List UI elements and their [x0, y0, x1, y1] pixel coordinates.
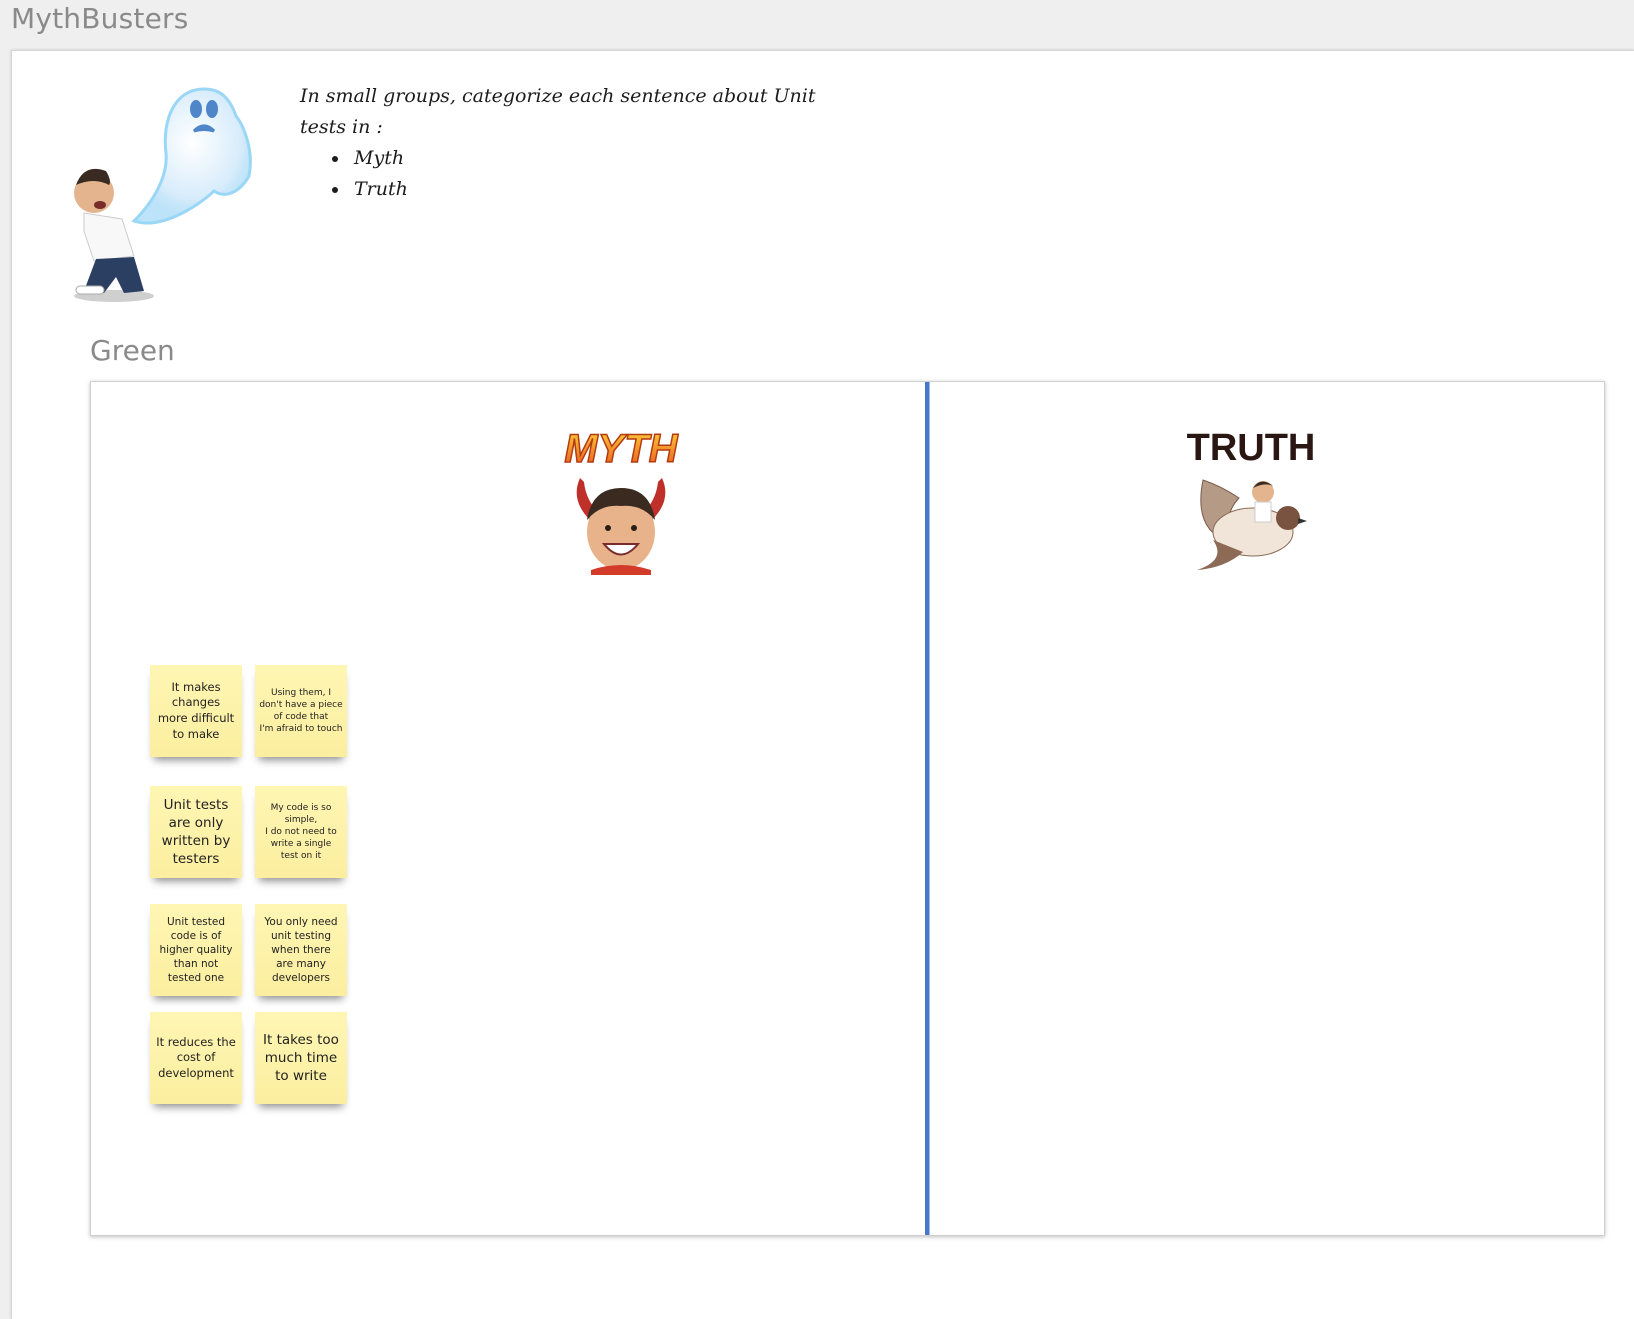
sticky-note-text: My code is so simple, I do not need to w… [265, 802, 337, 862]
whiteboard-canvas[interactable]: In small groups, categorize each sentenc… [11, 50, 1634, 1319]
sticky-note[interactable]: My code is so simple, I do not need to w… [255, 786, 347, 878]
truth-heading: TRUTH [1187, 427, 1316, 469]
sticky-note-text: You only need unit testing when there ar… [264, 915, 338, 985]
sticky-note-text: Unit tests are only written by testers [161, 796, 231, 868]
myth-heading: MYTH [564, 427, 678, 471]
myth-devil-avatar: MYTH [564, 426, 680, 575]
sticky-note-text: It reduces the cost of development [156, 1034, 236, 1080]
category-item-myth: Myth [350, 143, 820, 174]
sticky-note[interactable]: Unit tested code is of higher quality th… [150, 904, 242, 996]
page-title: MythBusters [11, 2, 189, 35]
sticky-note[interactable]: It makes changes more difficult to make [150, 665, 242, 757]
truth-bird-avatar: TRUTH [1187, 427, 1316, 570]
instructions-text: In small groups, categorize each sentenc… [300, 81, 820, 205]
sticky-note[interactable]: It reduces the cost of development [150, 1012, 242, 1104]
myth-truth-board[interactable]: MYTH TRUTH It makes changes more difficu… [90, 381, 1605, 1236]
sticky-note[interactable]: Using them, I don't have a piece of code… [255, 665, 347, 757]
page-header: MythBusters [0, 0, 1634, 50]
section-title: Green [90, 334, 175, 367]
instructions-intro: In small groups, categorize each sentenc… [300, 85, 816, 138]
sticky-note-text: Using them, I don't have a piece of code… [259, 687, 343, 735]
sticky-note-text: It takes too much time to write [263, 1031, 339, 1085]
category-item-truth: Truth [350, 174, 820, 205]
sticky-note-text: Unit tested code is of higher quality th… [159, 915, 233, 985]
sticky-note-text: It makes changes more difficult to make [157, 679, 235, 741]
column-divider [925, 382, 929, 1235]
sticky-note[interactable]: You only need unit testing when there ar… [255, 904, 347, 996]
category-list: Myth Truth [300, 143, 820, 205]
sticky-note[interactable]: Unit tests are only written by testers [150, 786, 242, 878]
sticky-note[interactable]: It takes too much time to write [255, 1012, 347, 1104]
ghost-avatar-illustration [74, 87, 252, 302]
